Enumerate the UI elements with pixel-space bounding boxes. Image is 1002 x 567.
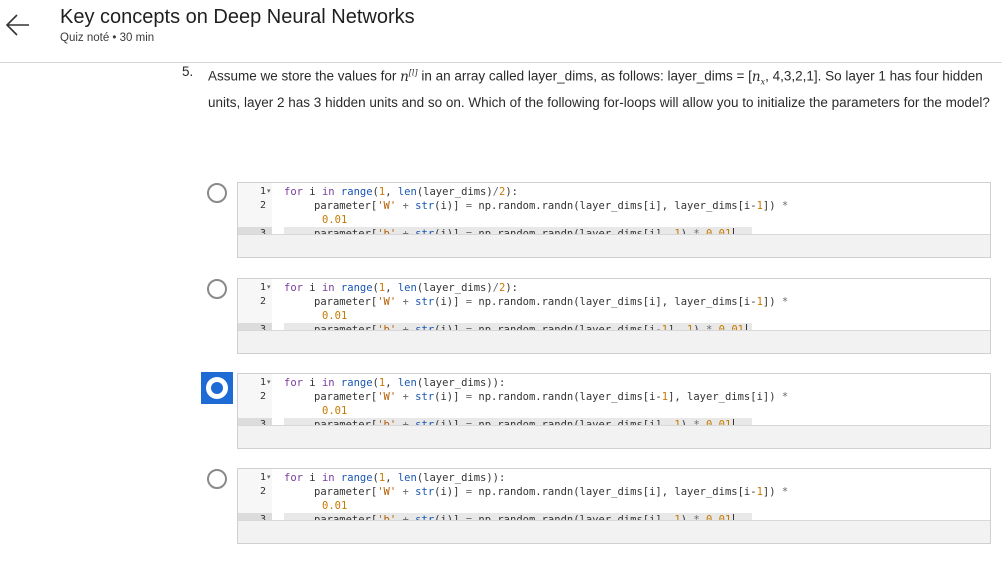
code-line: parameter['b' + str(i)] = np.random.rand… — [284, 323, 752, 330]
code-line: parameter['W' + str(i)] = np.random.rand… — [314, 200, 789, 212]
code-line: 0.01 — [322, 214, 348, 226]
code-editor: 1 2 3 ▾ for i in range(1, len(layer_dims)/2)… — [238, 183, 990, 235]
fold-caret-icon[interactable]: ▾ — [267, 185, 271, 199]
answer-option-radio[interactable] — [207, 279, 227, 299]
code-line: for i in range(1, len(layer_dims)/2): — [284, 186, 518, 198]
math-n-x: nx — [751, 68, 765, 87]
text-cursor — [733, 514, 735, 520]
answer-option-radio[interactable] — [207, 183, 227, 203]
quiz-meta: Quiz noté • 30 min — [60, 32, 155, 44]
code-line: for i in range(1, len(layer_dims)/2): — [284, 282, 518, 294]
line-number: 3 — [238, 323, 272, 330]
math-symbol: n — [400, 68, 409, 85]
code-text: for i in range(1, len(layer_dims)/2):par… — [284, 185, 984, 234]
code-line: 0.01 — [322, 310, 348, 322]
code-answer-box: 1 2 3 ▾ for i in range(1, len(layer_dims)/2)… — [237, 278, 991, 354]
code-line: 0.01 — [322, 405, 348, 417]
code-line: parameter['b' + str(i)] = np.random.rand… — [284, 513, 752, 520]
code-editor: 1 2 3 ▾ for i in range(1, len(layer_dims)): p… — [238, 469, 990, 521]
question-number: 5. — [182, 64, 194, 79]
line-gutter: 1 2 3 ▾ — [238, 374, 272, 425]
code-answer-box: 1 2 3 ▾ for i in range(1, len(layer_dims)): p… — [237, 373, 991, 449]
code-line: parameter['W' + str(i)] = np.random.rand… — [314, 296, 789, 308]
code-text: for i in range(1, len(layer_dims)):param… — [284, 376, 984, 425]
page-title: Key concepts on Deep Neural Networks — [60, 6, 415, 28]
fold-caret-icon[interactable]: ▾ — [267, 471, 271, 485]
arrow-left-icon[interactable] — [4, 10, 32, 40]
question-text-part: Assume we store the values for — [208, 68, 401, 84]
line-number: 3 — [238, 513, 272, 520]
code-line: parameter['b' + str(i)] = np.random.rand… — [284, 418, 752, 425]
line-number: 2 — [259, 391, 266, 402]
code-line: parameter['W' + str(i)] = np.random.rand… — [314, 486, 789, 498]
code-text: for i in range(1, len(layer_dims)/2):par… — [284, 281, 984, 330]
code-line: for i in range(1, len(layer_dims)): — [284, 472, 506, 484]
fold-caret-icon[interactable]: ▾ — [267, 281, 271, 295]
line-gutter: 1 2 3 ▾ — [238, 279, 272, 330]
question-text: Assume we store the values for n[l] in a… — [208, 62, 1000, 113]
text-cursor — [733, 228, 735, 234]
math-symbol: n — [751, 68, 761, 85]
code-line: parameter['W' + str(i)] = np.random.rand… — [314, 391, 789, 403]
text-cursor — [733, 419, 735, 425]
answer-option-radio[interactable] — [207, 469, 227, 489]
code-line: 0.01 — [322, 500, 348, 512]
code-editor: 1 2 3 ▾ for i in range(1, len(layer_dims)): p… — [238, 374, 990, 426]
code-line: parameter['b' + str(i)] = np.random.rand… — [284, 227, 752, 234]
line-number: 2 — [259, 486, 266, 497]
line-number: 2 — [259, 200, 266, 211]
text-cursor — [745, 324, 747, 330]
fold-caret-icon[interactable]: ▾ — [267, 376, 271, 390]
line-number: 2 — [259, 296, 266, 307]
line-gutter: 1 2 3 ▾ — [238, 183, 272, 234]
math-superscript: [l] — [408, 68, 418, 77]
code-line: for i in range(1, len(layer_dims)): — [284, 377, 506, 389]
code-text: for i in range(1, len(layer_dims)):param… — [284, 471, 984, 520]
question-text-part: in an array called layer_dims, as follow… — [417, 68, 752, 84]
radio-selected-dot — [211, 382, 223, 394]
code-editor: 1 2 3 ▾ for i in range(1, len(layer_dims)/2)… — [238, 279, 990, 331]
code-answer-box: 1 2 3 ▾ for i in range(1, len(layer_dims)/2)… — [237, 182, 991, 258]
line-gutter: 1 2 3 ▾ — [238, 469, 272, 520]
code-answer-box: 1 2 3 ▾ for i in range(1, len(layer_dims)): p… — [237, 468, 991, 544]
page-header: Key concepts on Deep Neural Networks Qui… — [0, 0, 1002, 63]
math-n-l: n[l] — [400, 68, 418, 85]
line-number: 3 — [238, 227, 272, 234]
answer-option-radio[interactable] — [201, 372, 233, 404]
line-number: 3 — [238, 418, 272, 425]
